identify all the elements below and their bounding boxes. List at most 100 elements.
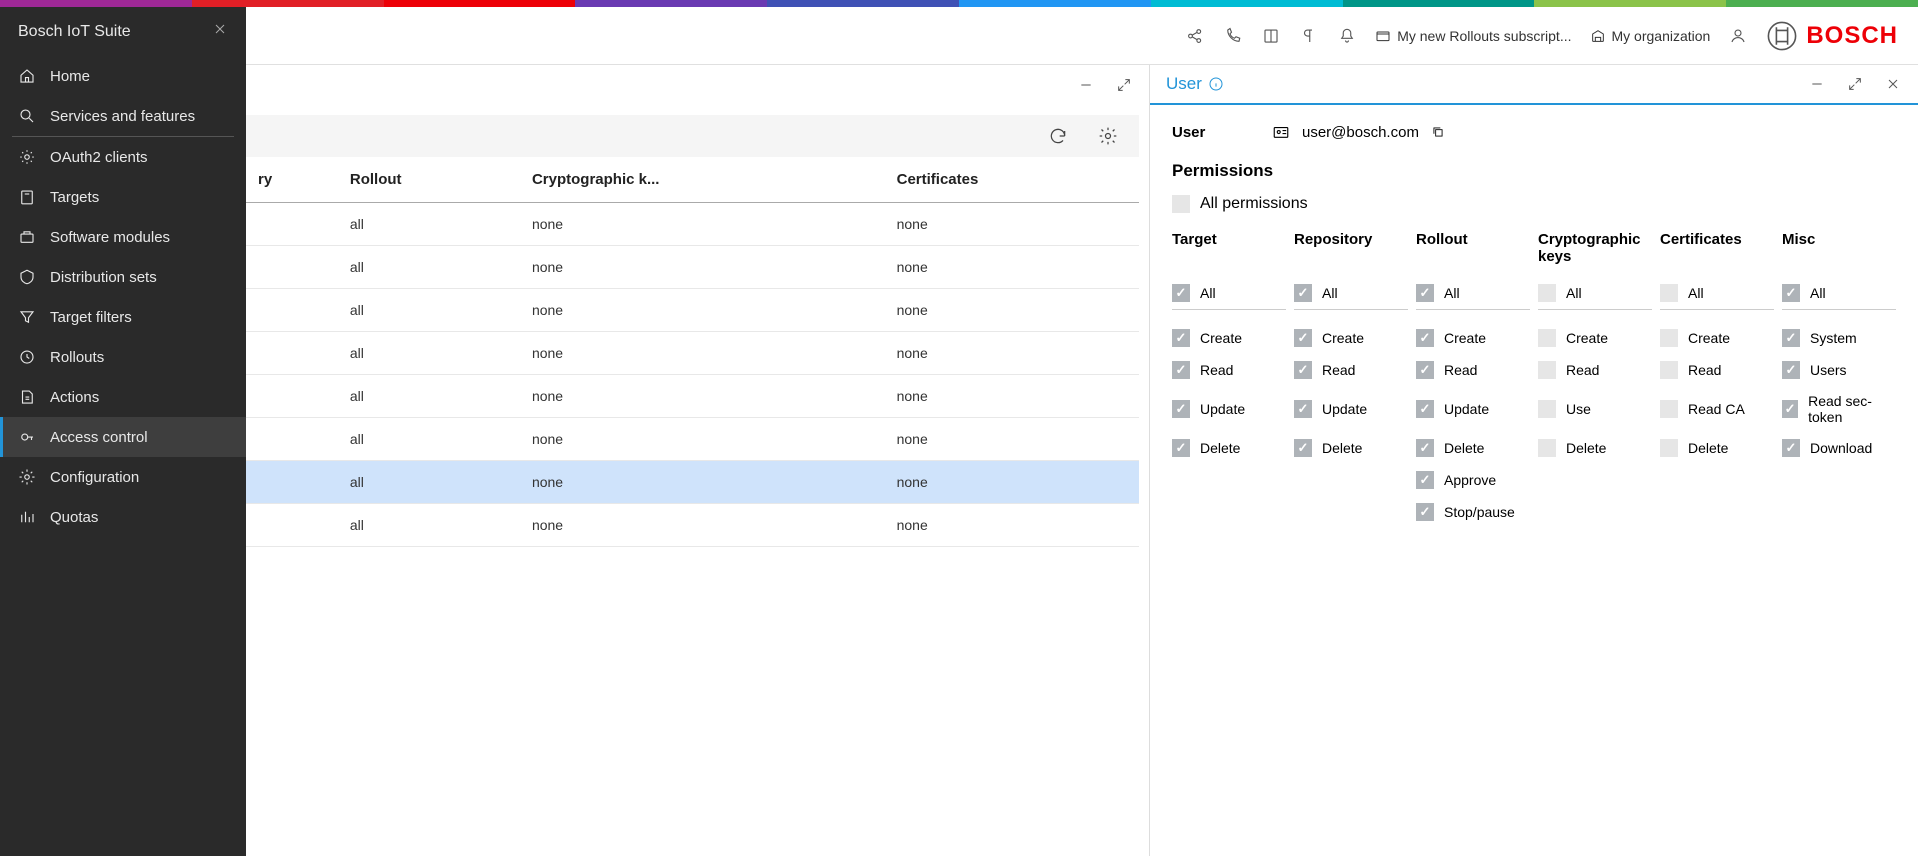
perm-checkbox[interactable] (1538, 329, 1556, 347)
sidebar-item-config[interactable]: Configuration (0, 457, 246, 497)
perm-checkbox[interactable] (1294, 361, 1312, 379)
perm-checkbox[interactable] (1782, 329, 1800, 347)
info-icon[interactable] (1208, 76, 1224, 92)
column-header[interactable]: Rollout (338, 157, 520, 203)
perm-label: Users (1810, 362, 1847, 378)
sidebar-item-services[interactable]: Services and features (0, 96, 246, 136)
perm-checkbox[interactable] (1660, 329, 1678, 347)
perm-checkbox[interactable] (1416, 284, 1434, 302)
table-row[interactable]: allnonenone (246, 461, 1139, 504)
bosch-anchor-icon (1766, 20, 1798, 52)
perm-checkbox[interactable] (1782, 400, 1798, 418)
perm-checkbox[interactable] (1172, 400, 1190, 418)
table-row[interactable]: allnonenone (246, 289, 1139, 332)
close-icon[interactable] (1884, 75, 1902, 93)
perm-item: Download (1782, 432, 1896, 464)
perm-checkbox[interactable] (1538, 361, 1556, 379)
sidebar-item-label: Services and features (50, 108, 195, 125)
perm-checkbox[interactable] (1172, 361, 1190, 379)
perm-checkbox[interactable] (1172, 329, 1190, 347)
sidebar-item-distribution[interactable]: Distribution sets (0, 257, 246, 297)
user-field-label: User (1172, 124, 1232, 141)
perm-checkbox[interactable] (1538, 439, 1556, 457)
table-row[interactable]: allnonenone (246, 332, 1139, 375)
perm-checkbox[interactable] (1660, 361, 1678, 379)
subscription-link[interactable]: My new Rollouts subscript... (1375, 28, 1571, 44)
perm-checkbox[interactable] (1294, 329, 1312, 347)
refresh-icon[interactable] (1047, 125, 1069, 147)
data-table: ryRolloutCryptographic k...Certificates … (246, 157, 1139, 547)
table-cell: all (338, 461, 520, 504)
copy-icon[interactable] (1431, 125, 1445, 139)
expand-icon[interactable] (1846, 75, 1864, 93)
organization-label: My organization (1612, 28, 1711, 44)
table-row[interactable]: allnonenone (246, 203, 1139, 246)
paragraph-icon[interactable] (1299, 26, 1319, 46)
perm-checkbox[interactable] (1660, 400, 1678, 418)
perm-checkbox[interactable] (1660, 439, 1678, 457)
column-header[interactable]: Certificates (885, 157, 1139, 203)
sidebar-item-filters[interactable]: Target filters (0, 297, 246, 337)
bosch-logo: BOSCH (1766, 20, 1898, 52)
perm-checkbox[interactable] (1294, 400, 1312, 418)
perm-checkbox[interactable] (1782, 439, 1800, 457)
perm-label: Delete (1566, 440, 1606, 456)
sidebar-item-oauth[interactable]: OAuth2 clients (0, 137, 246, 177)
sidebar-item-access[interactable]: Access control (0, 417, 246, 457)
perm-checkbox[interactable] (1416, 329, 1434, 347)
sidebar-item-actions[interactable]: Actions (0, 377, 246, 417)
perm-checkbox[interactable] (1172, 284, 1190, 302)
book-icon[interactable] (1261, 26, 1281, 46)
column-header[interactable]: Cryptographic k... (520, 157, 885, 203)
sidebar-item-targets[interactable]: Targets (0, 177, 246, 217)
perm-checkbox[interactable] (1416, 439, 1434, 457)
expand-icon[interactable] (1115, 76, 1133, 94)
minimize-icon[interactable] (1808, 75, 1826, 93)
user-icon[interactable] (1728, 26, 1748, 46)
perm-checkbox[interactable] (1782, 361, 1800, 379)
phone-icon[interactable] (1223, 26, 1243, 46)
perm-checkbox[interactable] (1416, 400, 1434, 418)
all-permissions-checkbox[interactable] (1172, 195, 1190, 213)
table-row[interactable]: allnonenone (246, 246, 1139, 289)
left-panel-header (246, 65, 1149, 105)
perm-checkbox[interactable] (1660, 284, 1678, 302)
sidebar-item-rollouts[interactable]: Rollouts (0, 337, 246, 377)
sidebar: Bosch IoT Suite HomeServices and feature… (0, 7, 246, 856)
organization-link[interactable]: My organization (1590, 28, 1711, 44)
sidebar-item-label: Software modules (50, 229, 170, 246)
table-cell: none (885, 246, 1139, 289)
perm-checkbox[interactable] (1416, 471, 1434, 489)
perm-checkbox[interactable] (1538, 284, 1556, 302)
perm-all-item: All (1782, 277, 1896, 310)
minimize-icon[interactable] (1077, 76, 1095, 94)
user-detail: User user@bosch.com Permissions All perm… (1150, 105, 1918, 546)
bell-icon[interactable] (1337, 26, 1357, 46)
close-icon[interactable] (212, 21, 228, 42)
perm-label: System (1810, 330, 1857, 346)
perm-checkbox[interactable] (1294, 439, 1312, 457)
sidebar-item-home[interactable]: Home (0, 56, 246, 96)
perm-checkbox[interactable] (1416, 503, 1434, 521)
share-icon[interactable] (1185, 26, 1205, 46)
sidebar-item-software[interactable]: Software modules (0, 217, 246, 257)
table-row[interactable]: allnonenone (246, 375, 1139, 418)
sidebar-item-quotas[interactable]: Quotas (0, 497, 246, 537)
column-header[interactable]: ry (246, 157, 338, 203)
table-row[interactable]: allnonenone (246, 418, 1139, 461)
perm-column-header: Cryptographic keys (1538, 231, 1652, 277)
perm-checkbox[interactable] (1416, 361, 1434, 379)
perm-all-item: All (1660, 277, 1774, 310)
right-panel-header: User (1150, 65, 1918, 105)
table-row[interactable]: allnonenone (246, 504, 1139, 547)
perm-checkbox[interactable] (1538, 400, 1556, 418)
perm-checkbox[interactable] (1782, 284, 1800, 302)
all-permissions-row: All permissions (1172, 195, 1896, 213)
perm-checkbox[interactable] (1294, 284, 1312, 302)
perm-item: Read (1416, 354, 1530, 386)
perm-checkbox[interactable] (1172, 439, 1190, 457)
perm-label: All (1200, 285, 1216, 301)
perm-item: Delete (1294, 432, 1408, 464)
gear-icon[interactable] (1097, 125, 1119, 147)
perm-label: Delete (1688, 440, 1728, 456)
